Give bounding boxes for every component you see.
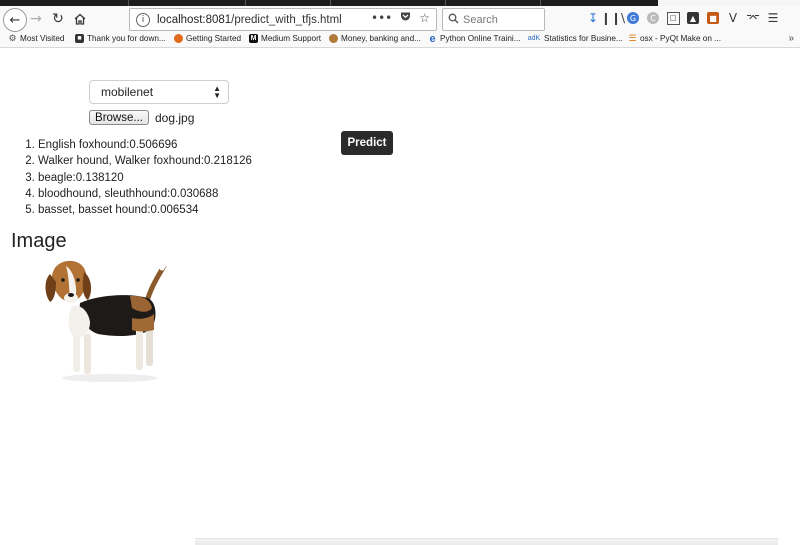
bookmark-statistics[interactable]: adK Statistics for Busine... xyxy=(527,34,623,43)
back-arrow-icon: ← xyxy=(9,12,21,28)
url-bar[interactable]: i localhost:8081/predict_with_tfjs.html … xyxy=(129,8,437,31)
bookmark-label: Statistics for Busine... xyxy=(544,34,623,43)
firefox-icon xyxy=(174,34,183,43)
page-actions: ••• ☆ xyxy=(371,11,430,25)
pocket-icon[interactable] xyxy=(400,11,411,25)
bookmark-medium-support[interactable]: M Medium Support xyxy=(249,34,321,43)
bookmark-osx-pyqt[interactable]: ☰ osx - PyQt Make on ... xyxy=(628,33,721,43)
prediction-item: basset, basset hound:0.006534 xyxy=(38,202,252,218)
prediction-item: bloodhound, sleuthhound:0.030688 xyxy=(38,186,252,202)
bookmarks-toolbar: ⚙ Most Visited ■ Thank you for down... G… xyxy=(0,32,800,48)
adk-icon: adK xyxy=(527,35,541,42)
site-info-icon[interactable]: i xyxy=(136,12,150,27)
bookmark-label: Money, banking and... xyxy=(341,34,421,43)
menu-icon[interactable]: ☰ xyxy=(766,10,780,26)
bookmark-money-banking[interactable]: Money, banking and... xyxy=(329,34,421,43)
url-path: /predict_with_tfjs.html xyxy=(231,13,342,26)
bookmark-thank-you[interactable]: ■ Thank you for down... xyxy=(75,34,166,43)
bookmark-most-visited[interactable]: ⚙ Most Visited xyxy=(8,33,65,43)
page-actions-menu-icon[interactable]: ••• xyxy=(371,11,392,25)
reload-button[interactable]: ↻ xyxy=(50,9,66,29)
bookmark-getting-started[interactable]: Getting Started xyxy=(174,34,241,43)
search-placeholder: Search xyxy=(463,13,498,26)
bookmark-label: osx - PyQt Make on ... xyxy=(640,34,721,43)
bookmark-star-icon[interactable]: ☆ xyxy=(419,11,430,25)
prediction-item: beagle:0.138120 xyxy=(38,170,252,186)
url-host: localhost:8081 xyxy=(157,13,232,26)
bookmark-label: Thank you for down... xyxy=(87,34,166,43)
home-button[interactable] xyxy=(72,9,88,29)
leaf-icon xyxy=(329,34,338,43)
browse-button[interactable]: Browse... xyxy=(89,110,149,125)
bookmark-label: Medium Support xyxy=(261,34,322,43)
gear-icon: ⚙ xyxy=(8,33,17,43)
sidebar-icon[interactable]: □ xyxy=(666,10,680,26)
extension-orange-icon[interactable]: ■ xyxy=(706,10,720,26)
prediction-item: English foxhound:0.506696 xyxy=(38,137,252,153)
page-content: mobilenet ▲▼ Browse... dog.jpg Predict E… xyxy=(0,48,800,544)
forward-button[interactable]: → xyxy=(29,9,43,29)
bookmark-label: Python Online Traini... xyxy=(440,34,521,43)
select-arrows-icon: ▲ ▼ xyxy=(213,84,221,100)
page-icon: ■ xyxy=(75,34,84,43)
model-select-value: mobilenet xyxy=(101,85,154,99)
medium-icon: M xyxy=(249,34,258,43)
search-icon xyxy=(448,13,459,27)
prediction-list: English foxhound:0.506696 Walker hound, … xyxy=(0,137,252,218)
library-icon[interactable]: ❙❙\ xyxy=(601,10,625,26)
bookmark-python-online[interactable]: e Python Online Traini... xyxy=(428,32,521,45)
search-bar[interactable]: Search xyxy=(442,8,545,31)
e-icon: e xyxy=(429,32,436,45)
predict-button[interactable]: Predict xyxy=(341,131,393,155)
navigation-toolbar: ← → ↻ i localhost:8081/predict_with_tfjs… xyxy=(0,6,800,32)
home-icon xyxy=(74,13,86,25)
dog-image xyxy=(45,259,169,382)
forward-arrow-icon: → xyxy=(30,11,42,27)
selected-file-name: dog.jpg xyxy=(155,111,195,125)
image-heading: Image xyxy=(11,230,67,252)
bookmark-label: Getting Started xyxy=(186,34,242,43)
model-select[interactable]: mobilenet ▲ ▼ xyxy=(89,80,229,104)
back-button[interactable]: ← xyxy=(3,8,27,32)
url-text[interactable]: localhost:8081/predict_with_tfjs.html xyxy=(157,14,342,26)
download-icon[interactable]: ↧ xyxy=(586,10,600,26)
extension-gray-icon[interactable]: C xyxy=(646,10,660,26)
bookmark-label: Most Visited xyxy=(20,34,65,43)
browser-tools: ↧ ❙❙\ G C □ ▲ ■ V ⌤ ☰ xyxy=(586,10,780,26)
bookmarks-overflow-icon[interactable]: » xyxy=(788,33,794,44)
extension-dark-icon[interactable]: ▲ xyxy=(686,10,700,26)
reload-icon: ↻ xyxy=(52,11,64,27)
extension-arc-icon[interactable]: ⌤ xyxy=(746,10,760,26)
stack-icon: ☰ xyxy=(628,33,637,43)
extension-blue-icon[interactable]: G xyxy=(626,10,640,26)
prediction-item: Walker hound, Walker foxhound:0.218126 xyxy=(38,153,252,169)
extension-v-icon[interactable]: V xyxy=(726,10,740,26)
